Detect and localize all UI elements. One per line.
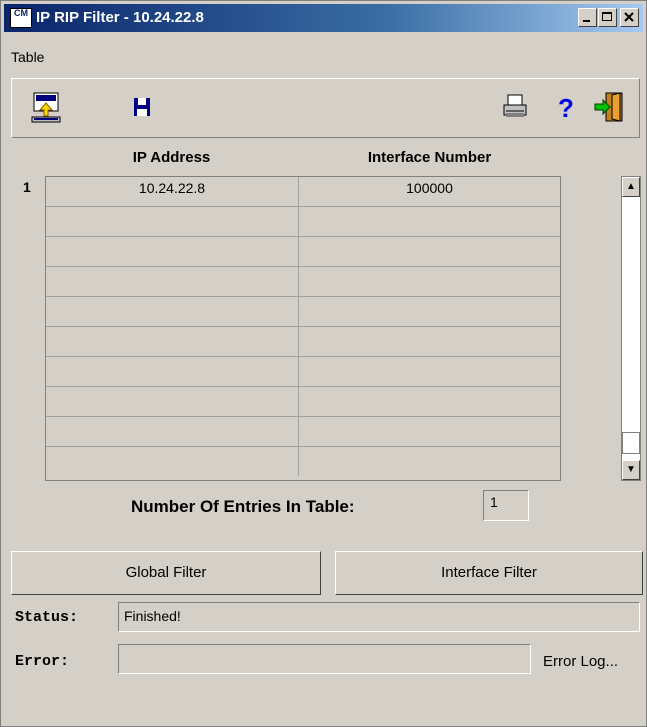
row-number: 1	[23, 179, 31, 195]
window-title: IP RIP Filter - 10.24.22.8	[36, 9, 204, 26]
status-label: Status:	[15, 609, 79, 626]
upload-icon	[31, 92, 61, 123]
scroll-thumb[interactable]	[622, 432, 640, 454]
scroll-up-button[interactable]: ▲	[622, 177, 640, 197]
filter-table: 10.24.22.8 100000	[45, 176, 561, 481]
error-field	[118, 644, 531, 674]
maximize-icon	[602, 12, 612, 21]
ip-address-cell[interactable]	[46, 447, 299, 476]
save-icon	[134, 98, 150, 116]
svg-text:?: ?	[558, 93, 574, 123]
minimize-icon	[583, 20, 590, 22]
ip-address-cell[interactable]	[46, 207, 299, 236]
help-icon: ?	[558, 93, 574, 123]
save-button[interactable]	[124, 89, 160, 125]
table-row[interactable]	[46, 237, 560, 267]
exit-button[interactable]	[592, 89, 628, 125]
print-button[interactable]	[496, 89, 532, 125]
interface-filter-button[interactable]: Interface Filter	[335, 551, 643, 595]
help-button[interactable]: ?	[548, 89, 584, 125]
interface-number-cell[interactable]	[299, 297, 560, 326]
interface-number-cell[interactable]	[299, 327, 560, 356]
error-log-button[interactable]: Error Log...	[543, 653, 618, 670]
toolbar: ?	[11, 78, 640, 138]
arrow-down-icon: ▼	[626, 464, 636, 475]
ip-address-cell[interactable]	[46, 417, 299, 446]
title-bar[interactable]: CM IP RIP Filter - 10.24.22.8	[4, 4, 643, 32]
close-button[interactable]	[620, 8, 639, 27]
table-row[interactable]	[46, 297, 560, 327]
ip-address-cell[interactable]	[46, 327, 299, 356]
ip-address-cell[interactable]	[46, 297, 299, 326]
status-field: Finished!	[118, 602, 640, 632]
interface-number-cell[interactable]	[299, 357, 560, 386]
interface-number-cell[interactable]	[299, 387, 560, 416]
table-row[interactable]	[46, 417, 560, 447]
maximize-button[interactable]	[598, 8, 617, 27]
table-row[interactable]	[46, 447, 560, 477]
ip-address-cell[interactable]	[46, 357, 299, 386]
entries-count-label: Number Of Entries In Table:	[131, 497, 355, 516]
ip-address-cell[interactable]	[46, 387, 299, 416]
exit-icon	[594, 92, 623, 122]
table-row[interactable]	[46, 267, 560, 297]
column-header-interface-number[interactable]: Interface Number	[298, 149, 561, 166]
interface-number-cell[interactable]	[299, 207, 560, 236]
scroll-down-button[interactable]: ▼	[622, 460, 640, 480]
column-header-ip-address[interactable]: IP Address	[45, 149, 298, 166]
ip-address-cell[interactable]: 10.24.22.8	[46, 177, 299, 206]
error-label: Error:	[15, 653, 70, 670]
global-filter-button[interactable]: Global Filter	[11, 551, 321, 595]
table-row[interactable]	[46, 357, 560, 387]
entries-count-value: 1	[483, 490, 529, 521]
interface-number-cell[interactable]	[299, 417, 560, 446]
table-row[interactable]	[46, 207, 560, 237]
interface-number-cell[interactable]	[299, 237, 560, 266]
minimize-button[interactable]	[578, 8, 597, 27]
table-row[interactable]	[46, 327, 560, 357]
app-icon[interactable]: CM	[10, 8, 32, 28]
table-row[interactable]: 10.24.22.8 100000	[46, 177, 560, 207]
menu-bar: Table	[4, 33, 643, 73]
interface-number-cell[interactable]	[299, 267, 560, 296]
menu-table[interactable]: Table	[11, 49, 44, 65]
interface-number-cell[interactable]: 100000	[299, 177, 560, 206]
arrow-up-icon: ▲	[626, 181, 636, 192]
table-scrollbar[interactable]: ▲ ▼	[621, 176, 641, 481]
table-row[interactable]	[46, 387, 560, 417]
ip-address-cell[interactable]	[46, 237, 299, 266]
ip-address-cell[interactable]	[46, 267, 299, 296]
close-icon	[624, 12, 634, 22]
interface-number-cell[interactable]	[299, 447, 560, 476]
upload-button[interactable]	[28, 89, 64, 125]
print-icon	[503, 94, 527, 117]
rip-filter-window: CM IP RIP Filter - 10.24.22.8 Table ? IP…	[0, 0, 647, 727]
